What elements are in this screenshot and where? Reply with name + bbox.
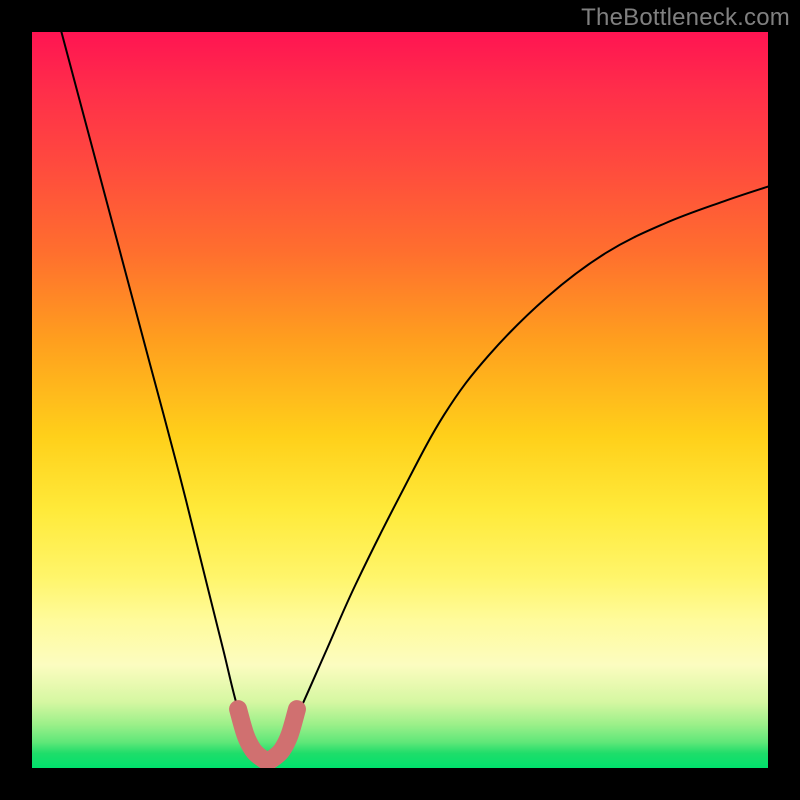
bottleneck-curve [61,32,768,761]
minimum-marker [238,709,297,761]
chart-frame: TheBottleneck.com [0,0,800,800]
curve-svg [32,32,768,768]
plot-area [32,32,768,768]
watermark-text: TheBottleneck.com [581,4,790,32]
